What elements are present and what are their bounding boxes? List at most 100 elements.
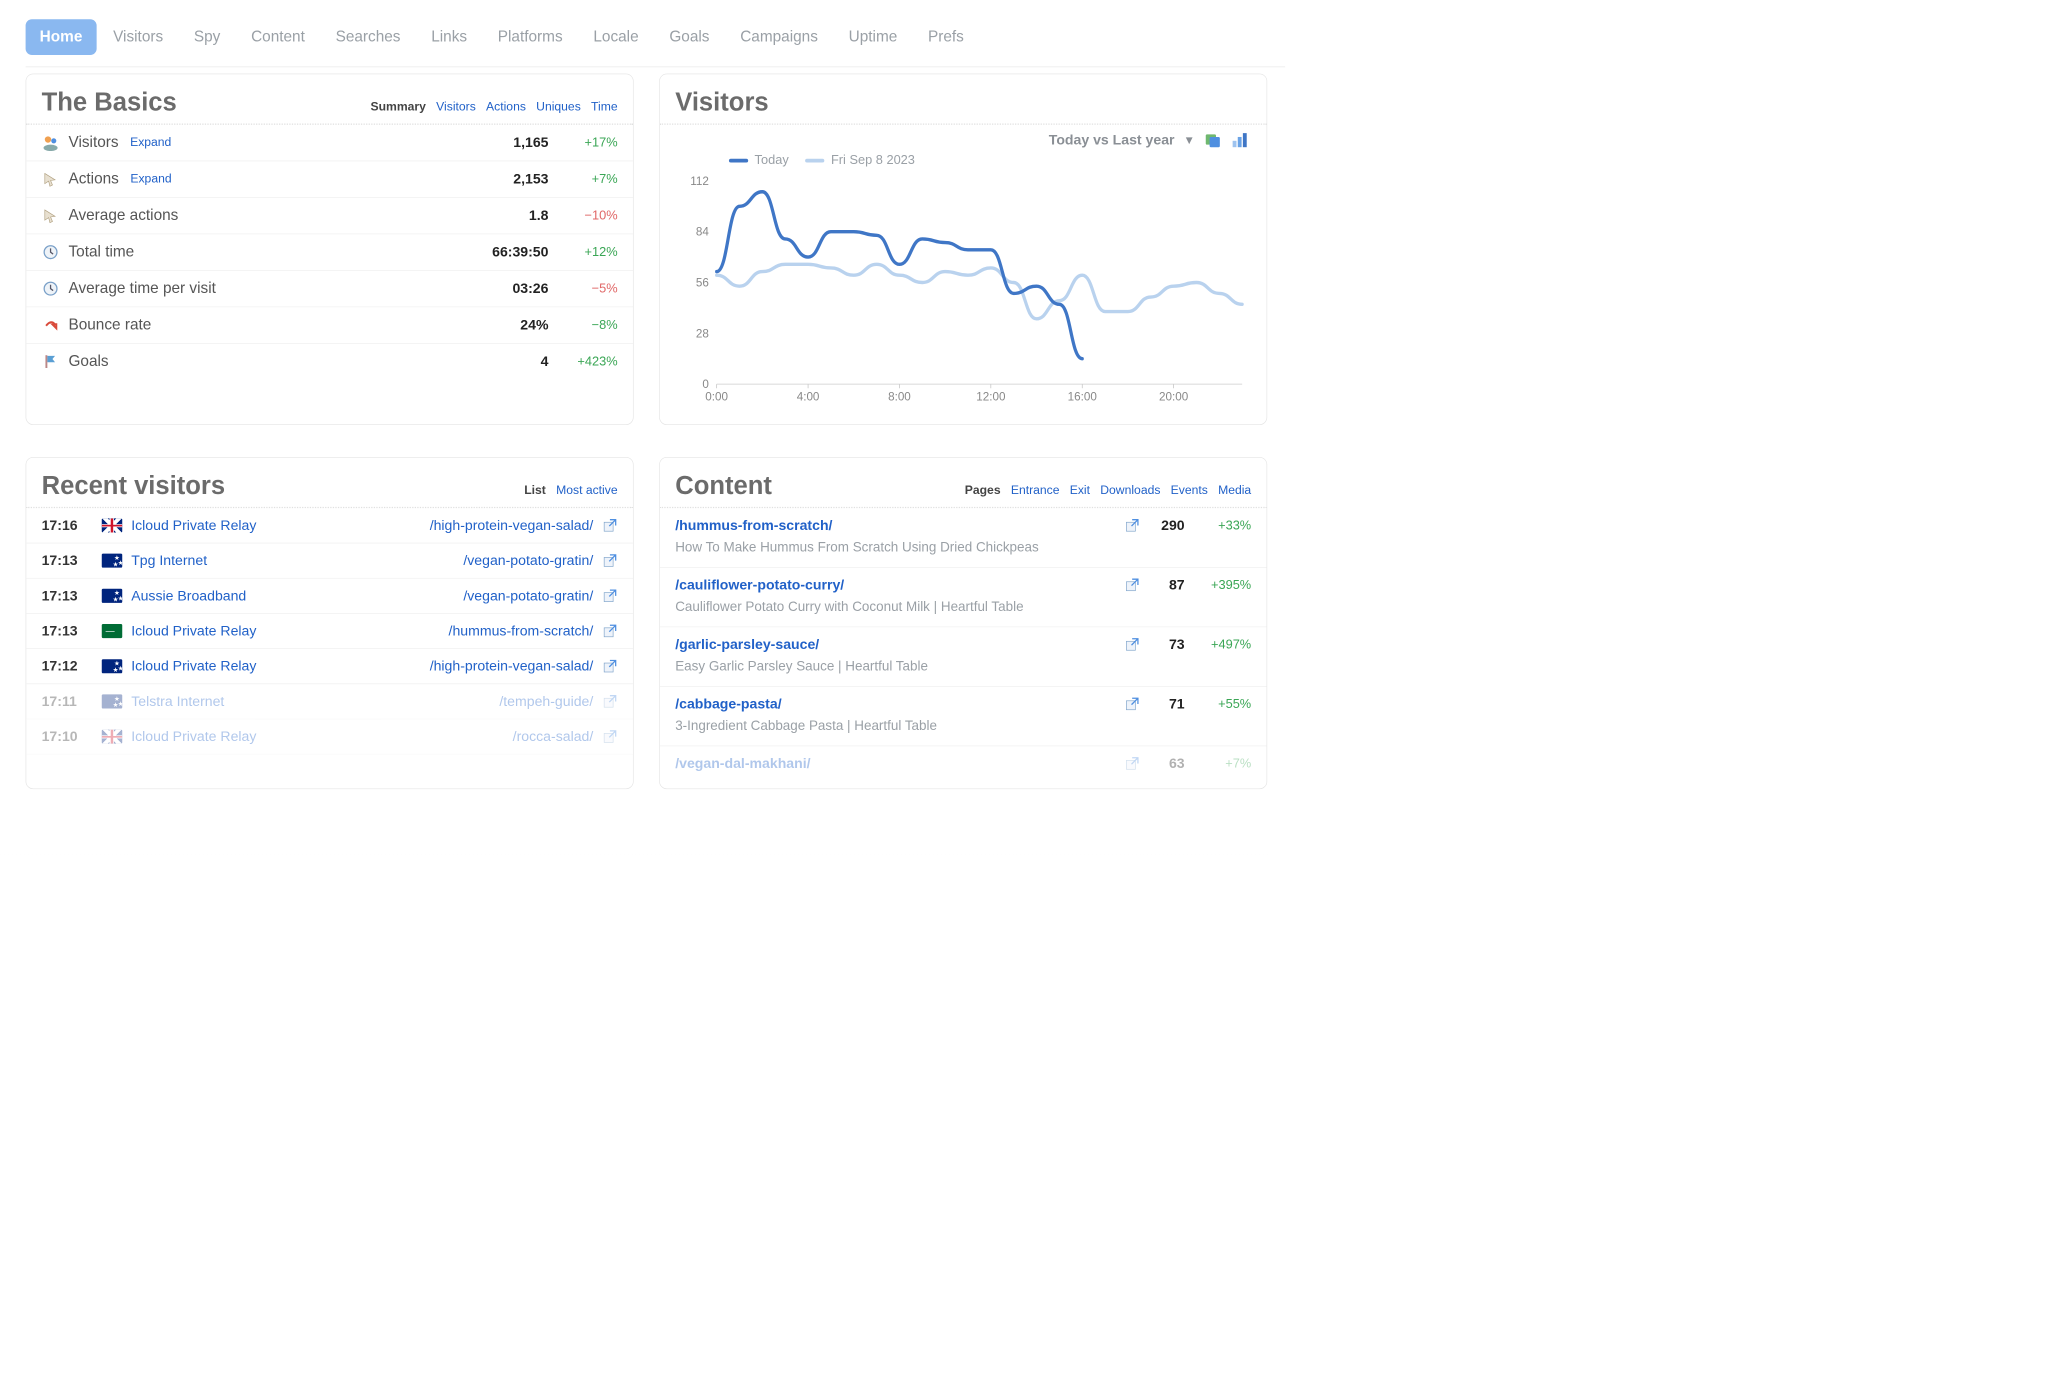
visitor-isp-link[interactable]: Aussie Broadband [131, 588, 246, 605]
recent-visitor-row[interactable]: 17:13Tpg Internet/vegan-potato-gratin/ [26, 543, 633, 578]
recent-visitor-row[interactable]: 17:10Icloud Private Relay/rocca-salad/ [26, 719, 633, 754]
nav-content[interactable]: Content [237, 19, 319, 55]
tab-pages[interactable]: Pages [965, 484, 1001, 498]
visitor-path-link[interactable]: /hummus-from-scratch/ [449, 623, 594, 640]
popout-icon[interactable] [1124, 577, 1139, 592]
content-row: /vegan-dal-makhani/63 +7% [660, 746, 1267, 783]
nav-visitors[interactable]: Visitors [99, 19, 177, 55]
metric-label: Bounce rate [68, 316, 151, 334]
visitor-path-link[interactable]: /vegan-potato-gratin/ [463, 588, 593, 605]
tab-events[interactable]: Events [1171, 484, 1208, 498]
recent-visitor-row[interactable]: 17:12Icloud Private Relay/high-protein-v… [26, 649, 633, 684]
content-count: 63 [1140, 755, 1185, 772]
metric-label: Average actions [68, 207, 178, 225]
content-delta: +7% [1194, 756, 1252, 771]
metric-delta: +423% [560, 354, 618, 369]
metric-label: Average time per visit [68, 280, 215, 298]
tab-exit[interactable]: Exit [1070, 484, 1090, 498]
basics-title: The Basics [42, 88, 177, 117]
nav-campaigns[interactable]: Campaigns [726, 19, 832, 55]
visitor-path-link[interactable]: /vegan-potato-gratin/ [463, 552, 593, 569]
popout-icon[interactable] [602, 659, 617, 674]
tab-visitors[interactable]: Visitors [436, 100, 476, 114]
visitor-isp-link[interactable]: Telstra Internet [131, 693, 224, 710]
nav-links[interactable]: Links [417, 19, 481, 55]
popout-icon[interactable] [602, 729, 617, 744]
content-count: 87 [1140, 577, 1185, 594]
metric-delta: −8% [560, 318, 618, 333]
visitor-isp-link[interactable]: Icloud Private Relay [131, 623, 256, 640]
visit-time: 17:16 [42, 517, 93, 534]
popout-icon[interactable] [602, 588, 617, 603]
popout-icon[interactable] [1124, 637, 1139, 652]
content-path-link[interactable]: /hummus-from-scratch/ [675, 517, 1124, 534]
nav-platforms[interactable]: Platforms [484, 19, 577, 55]
content-panel: Content PagesEntranceExitDownloadsEvents… [659, 457, 1267, 789]
popout-icon[interactable] [602, 553, 617, 568]
visit-time: 17:11 [42, 693, 93, 710]
recent-visitor-row[interactable]: 17:13 Aussie Broadband/vegan-potato-grati… [26, 579, 633, 614]
content-path-link[interactable]: /cauliflower-potato-curry/ [675, 577, 1124, 594]
tab-most-active[interactable]: Most active [556, 484, 618, 498]
nav-goals[interactable]: Goals [655, 19, 723, 55]
nav-locale[interactable]: Locale [579, 19, 652, 55]
recent-visitor-row[interactable]: 17:11 Telstra Internet/tempeh-guide/ [26, 684, 633, 719]
tab-uniques[interactable]: Uniques [536, 100, 581, 114]
nav-spy[interactable]: Spy [180, 19, 235, 55]
visitor-isp-link[interactable]: Icloud Private Relay [131, 728, 256, 745]
popout-icon[interactable] [602, 518, 617, 533]
nav-prefs[interactable]: Prefs [914, 19, 978, 55]
tab-summary[interactable]: Summary [370, 100, 425, 114]
basics-row: ActionsExpand2,153+7% [26, 161, 633, 197]
basics-row: Goals4+423% [26, 344, 633, 380]
visitor-isp-link[interactable]: Icloud Private Relay [131, 658, 256, 675]
nav-home[interactable]: Home [26, 19, 97, 55]
nav-searches[interactable]: Searches [322, 19, 415, 55]
content-path-link[interactable]: /cabbage-pasta/ [675, 696, 1124, 713]
svg-text:8:00: 8:00 [888, 389, 911, 403]
content-path-link[interactable]: /garlic-parsley-sauce/ [675, 636, 1124, 653]
visitor-path-link[interactable]: /high-protein-vegan-salad/ [430, 658, 594, 675]
svg-text:0:00: 0:00 [705, 389, 728, 403]
compare-label[interactable]: Today vs Last year [1049, 132, 1175, 149]
popout-icon[interactable] [602, 694, 617, 709]
chart-legend: TodayFri Sep 8 2023 [729, 153, 1249, 168]
visitor-path-link[interactable]: /rocca-salad/ [513, 728, 594, 745]
tab-media[interactable]: Media [1218, 484, 1251, 498]
recent-visitor-row[interactable]: 17:16 Icloud Private Relay/high-protein-v… [26, 508, 633, 543]
content-delta: +395% [1194, 578, 1252, 593]
tab-downloads[interactable]: Downloads [1100, 484, 1160, 498]
popout-icon[interactable] [602, 623, 617, 638]
basics-row: Average time per visit03:26−5% [26, 271, 633, 307]
content-path-link[interactable]: /vegan-dal-makhani/ [675, 755, 1124, 772]
svg-text:112: 112 [690, 174, 709, 188]
expand-link[interactable]: Expand [130, 172, 171, 186]
metric-value: 03:26 [478, 280, 548, 297]
visitor-path-link[interactable]: /tempeh-guide/ [499, 693, 593, 710]
metric-delta: +17% [560, 135, 618, 150]
content-row: /cauliflower-potato-curry/87+395%Caulifl… [660, 568, 1267, 628]
chevron-down-icon[interactable]: ▼ [1183, 133, 1194, 146]
popout-icon[interactable] [1124, 696, 1139, 711]
visitor-path-link[interactable]: /high-protein-vegan-salad/ [430, 517, 594, 534]
bar-chart-icon[interactable] [1231, 131, 1249, 149]
visitor-isp-link[interactable]: Icloud Private Relay [131, 517, 256, 534]
recent-visitor-row[interactable]: 17:13Icloud Private Relay/hummus-from-sc… [26, 614, 633, 649]
expand-link[interactable]: Expand [130, 136, 171, 150]
metric-value: 66:39:50 [478, 244, 548, 261]
nav-uptime[interactable]: Uptime [835, 19, 912, 55]
content-row: /cabbage-pasta/71+55%3-Ingredient Cabbag… [660, 687, 1267, 747]
content-count: 71 [1140, 696, 1185, 713]
metric-label: Visitors [68, 134, 118, 152]
tab-list[interactable]: List [524, 484, 546, 498]
visit-time: 17:13 [42, 588, 93, 605]
recent-title: Recent visitors [42, 472, 226, 501]
export-icon[interactable] [1204, 131, 1222, 149]
popout-icon[interactable] [1124, 756, 1139, 771]
tab-actions[interactable]: Actions [486, 100, 526, 114]
popout-icon[interactable] [1124, 518, 1139, 533]
visitor-isp-link[interactable]: Tpg Internet [131, 552, 207, 569]
tab-entrance[interactable]: Entrance [1011, 484, 1060, 498]
tab-time[interactable]: Time [591, 100, 618, 114]
metric-label: Total time [68, 243, 134, 261]
